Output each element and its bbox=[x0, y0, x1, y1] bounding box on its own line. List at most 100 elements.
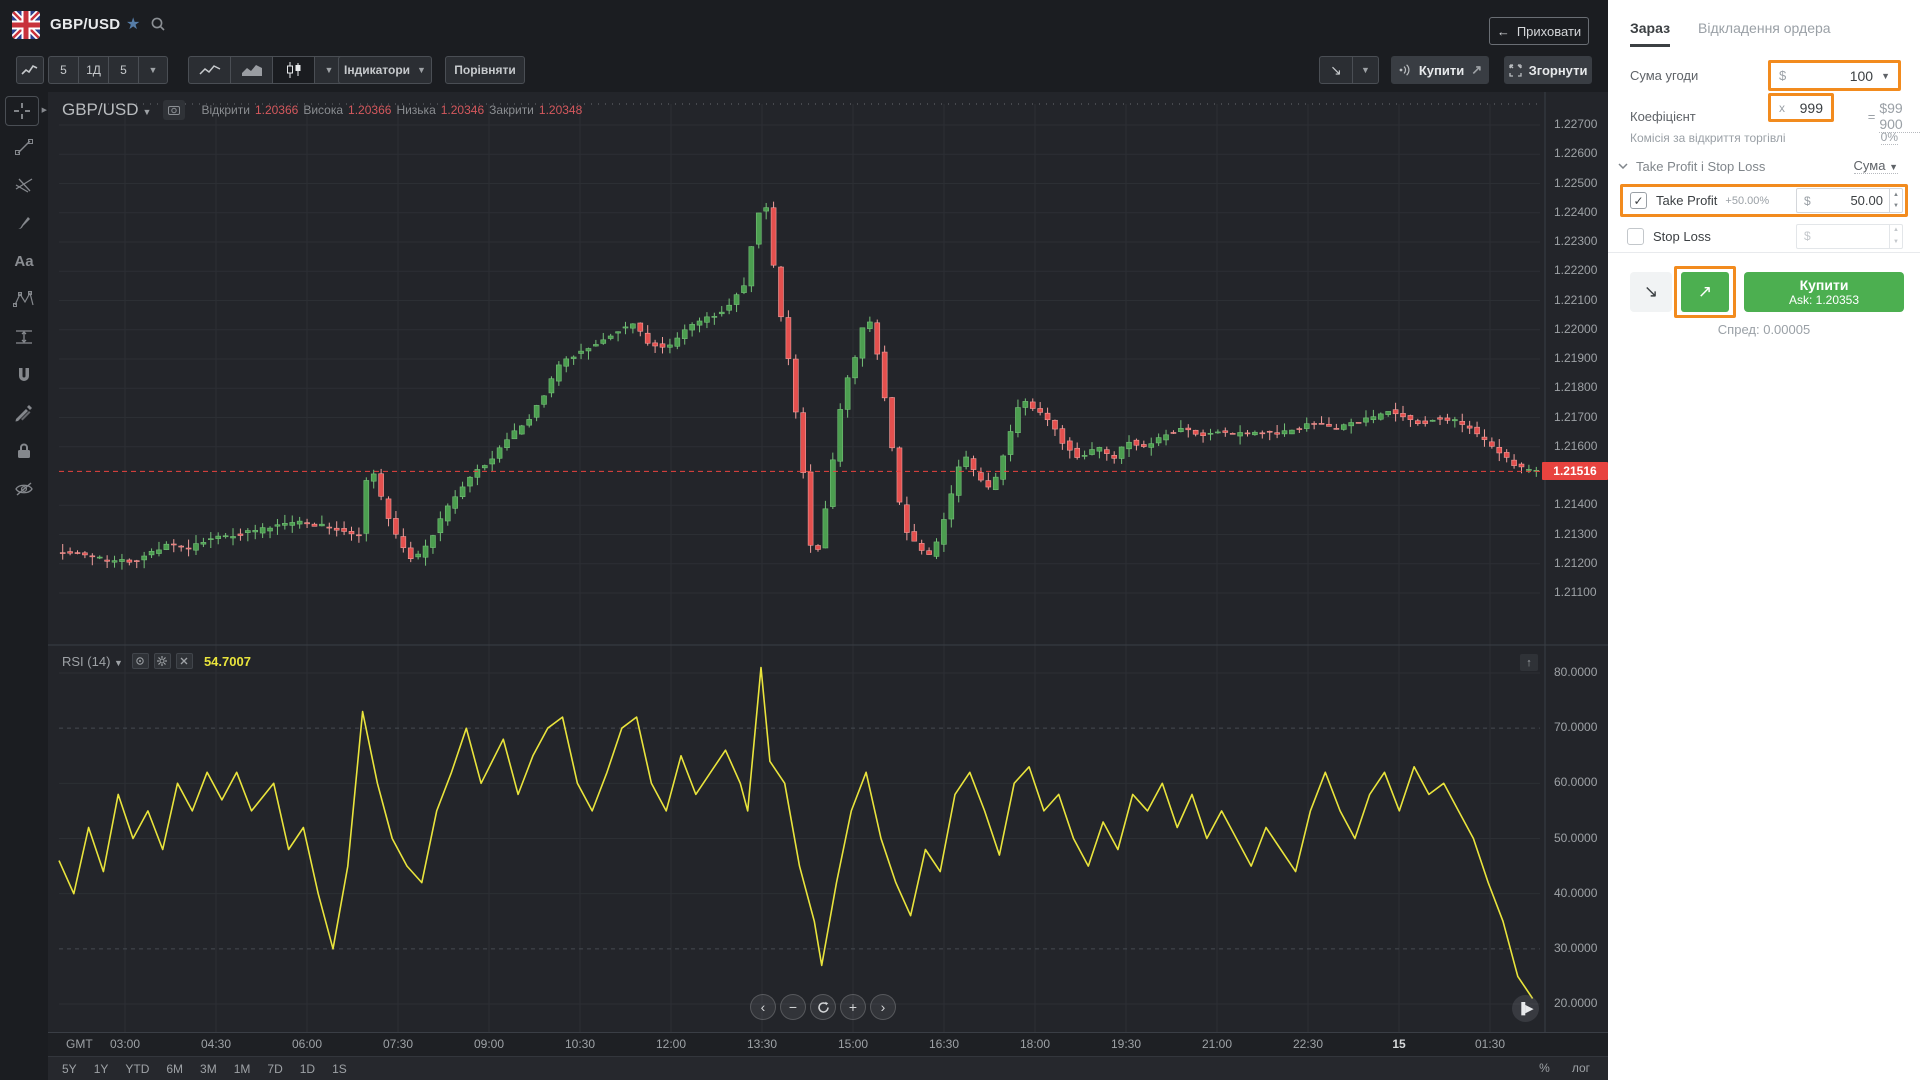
price-tick: 1.22000 bbox=[1554, 322, 1597, 336]
panel-divider bbox=[1608, 252, 1920, 253]
range-1s[interactable]: 1S bbox=[332, 1062, 347, 1076]
scroll-right-button[interactable]: › bbox=[870, 994, 896, 1020]
trading-app: GBP/USD ★ ← Приховати 5 1Д 5 ▼ bbox=[0, 0, 1920, 1080]
take-profit-checkbox[interactable]: ✓ bbox=[1630, 192, 1647, 209]
amount-dropdown-caret[interactable]: ▼ bbox=[1881, 71, 1890, 81]
rsi-dropdown[interactable]: RSI (14) ▼ bbox=[62, 654, 123, 669]
fullscreen-collapse-icon bbox=[1509, 64, 1522, 77]
multiplier-value: 999 bbox=[1800, 100, 1823, 116]
range-3m[interactable]: 3M bbox=[200, 1062, 217, 1076]
time-axis[interactable]: GMT 03:0004:3006:0007:3009:0010:3012:001… bbox=[48, 1032, 1608, 1056]
time-tick: 15:00 bbox=[838, 1037, 868, 1051]
take-profit-input[interactable]: $ 50.00 ▲ ▼ bbox=[1796, 188, 1903, 213]
timeframe-5[interactable]: 5 bbox=[48, 56, 78, 84]
sell-button[interactable]: ↘ bbox=[1630, 272, 1672, 312]
timeframe-1d[interactable]: 1Д bbox=[78, 56, 108, 84]
quick-sell-button[interactable]: ↘ bbox=[1319, 56, 1353, 84]
range-1m[interactable]: 1M bbox=[234, 1062, 251, 1076]
amount-input[interactable]: $ 100 ▼ bbox=[1768, 60, 1901, 91]
log-scale-button[interactable]: лог bbox=[1572, 1061, 1590, 1075]
chart-type-candles[interactable] bbox=[272, 56, 314, 84]
range-1y[interactable]: 1Y bbox=[94, 1062, 109, 1076]
timeframe-5b[interactable]: 5 bbox=[108, 56, 138, 84]
price-tick: 1.21900 bbox=[1554, 351, 1597, 365]
zoom-out-button[interactable]: − bbox=[780, 994, 806, 1020]
chart-symbol-dropdown[interactable]: GBP/USD▼ bbox=[62, 100, 151, 120]
scroll-left-button[interactable]: ‹ bbox=[750, 994, 776, 1020]
go-to-realtime-button[interactable]: ▐▶ bbox=[1512, 995, 1539, 1022]
tpsl-section-label[interactable]: Take Profit і Stop Loss bbox=[1636, 159, 1765, 174]
rsi-tick: 40.0000 bbox=[1554, 886, 1597, 900]
chart-type-group: ▼ bbox=[188, 56, 344, 84]
range-1d[interactable]: 1D bbox=[300, 1062, 315, 1076]
pattern-tool[interactable] bbox=[0, 280, 48, 318]
hide-drawings-tool[interactable] bbox=[0, 470, 48, 508]
percent-scale-button[interactable]: % bbox=[1539, 1061, 1550, 1075]
time-tick: 03:00 bbox=[110, 1037, 140, 1051]
rsi-visibility-icon[interactable] bbox=[132, 653, 149, 669]
leverage-total[interactable]: $99 900 bbox=[1879, 100, 1920, 133]
hide-panel-button[interactable]: ← Приховати bbox=[1489, 17, 1589, 45]
close-value: 1.20348 bbox=[539, 103, 582, 117]
close-label: Закрити bbox=[489, 103, 534, 117]
range-7d[interactable]: 7D bbox=[267, 1062, 282, 1076]
pitchfork-tool[interactable] bbox=[0, 166, 48, 204]
take-profit-percent: +50.00% bbox=[1725, 195, 1769, 207]
time-tick: 16:30 bbox=[929, 1037, 959, 1051]
rsi-settings-gear-icon[interactable] bbox=[154, 653, 171, 669]
lock-tool[interactable] bbox=[0, 432, 48, 470]
range-6m[interactable]: 6M bbox=[166, 1062, 183, 1076]
range-5y[interactable]: 5Y bbox=[62, 1062, 77, 1076]
chart-region[interactable]: GBP/USD▼ Відкрити 1.20366 Висока 1.20366… bbox=[48, 92, 1608, 1080]
indicators-button[interactable]: Індикатори▼ bbox=[338, 56, 432, 84]
price-tick: 1.21200 bbox=[1554, 556, 1597, 570]
one-click-buy-button[interactable]: Купити ↗ bbox=[1391, 56, 1489, 84]
tpsl-mode-dropdown[interactable]: Сума ▼ bbox=[1854, 158, 1898, 174]
chart-type-area[interactable] bbox=[230, 56, 272, 84]
snapshot-camera-icon[interactable] bbox=[163, 100, 185, 120]
price-tick: 1.22700 bbox=[1554, 117, 1597, 131]
text-tool[interactable]: Aa bbox=[0, 242, 48, 280]
crosshair-tool[interactable]: ▶ bbox=[5, 96, 39, 126]
reset-zoom-button[interactable] bbox=[810, 994, 836, 1020]
rsi-maximize-button[interactable]: ↑ bbox=[1520, 654, 1538, 671]
top-bar: GBP/USD ★ ← Приховати bbox=[0, 0, 1608, 50]
buy-button[interactable]: Купити Ask: 1.20353 bbox=[1744, 272, 1904, 312]
multiplier-label: Коефіцієнт bbox=[1630, 109, 1696, 124]
compare-button[interactable]: Порівняти bbox=[445, 56, 525, 84]
drawings-tool[interactable] bbox=[0, 394, 48, 432]
quick-sell-dropdown[interactable]: ▼ bbox=[1353, 56, 1379, 84]
collapse-chart-button[interactable]: Згорнути bbox=[1504, 56, 1592, 84]
rsi-close-icon[interactable] bbox=[176, 653, 193, 669]
brush-tool[interactable] bbox=[0, 204, 48, 242]
tab-pending-order[interactable]: Відкладення ордера bbox=[1698, 20, 1831, 47]
chart-style-icon-button[interactable] bbox=[16, 56, 44, 84]
stop-loss-checkbox[interactable] bbox=[1627, 228, 1644, 245]
multiplier-input[interactable]: x 999 bbox=[1768, 93, 1834, 122]
chart-type-line[interactable] bbox=[188, 56, 230, 84]
favorite-star-icon[interactable]: ★ bbox=[126, 14, 140, 34]
measure-tool[interactable] bbox=[0, 318, 48, 356]
buy-arrow-button[interactable]: ↗ bbox=[1681, 272, 1729, 312]
magnet-tool[interactable] bbox=[0, 356, 48, 394]
range-ytd[interactable]: YTD bbox=[125, 1062, 149, 1076]
price-tick: 1.21700 bbox=[1554, 410, 1597, 424]
rsi-header: RSI (14) ▼ 54.7007 bbox=[62, 653, 251, 669]
tp-increment-button[interactable]: ▲ bbox=[1890, 189, 1902, 201]
tp-decrement-button[interactable]: ▼ bbox=[1890, 201, 1902, 213]
trend-line-tool[interactable] bbox=[0, 128, 48, 166]
tab-now[interactable]: Зараз bbox=[1630, 20, 1670, 47]
candlestick-and-rsi-chart[interactable] bbox=[48, 92, 1608, 1032]
timeframe-dropdown[interactable]: ▼ bbox=[138, 56, 168, 84]
amount-label: Сума угоди bbox=[1630, 68, 1698, 83]
commission-value[interactable]: 0% bbox=[1881, 130, 1898, 145]
stop-loss-input[interactable]: $ ▲ ▼ bbox=[1796, 224, 1903, 249]
symbol-title: GBP/USD bbox=[50, 16, 120, 33]
sl-decrement-button[interactable]: ▼ bbox=[1890, 236, 1902, 248]
sl-increment-button[interactable]: ▲ bbox=[1890, 225, 1902, 237]
timezone-label[interactable]: GMT bbox=[66, 1037, 93, 1051]
search-icon[interactable] bbox=[150, 16, 166, 37]
section-chevron-icon[interactable] bbox=[1618, 163, 1628, 169]
tool-expander-icon[interactable]: ▶ bbox=[42, 106, 47, 114]
zoom-in-button[interactable]: + bbox=[840, 994, 866, 1020]
